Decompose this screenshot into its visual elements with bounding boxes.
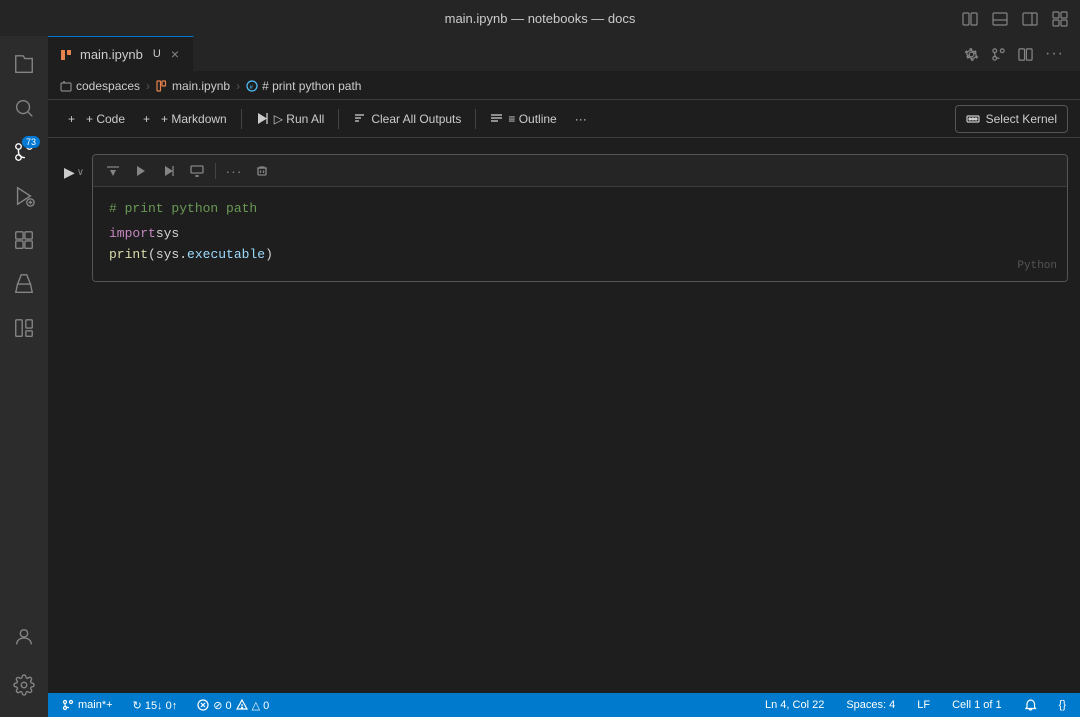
main-layout: 73 bbox=[0, 36, 1080, 717]
titlebar: main.ipynb — notebooks — docs bbox=[0, 0, 1080, 36]
status-ln-col[interactable]: Ln 4, Col 22 bbox=[761, 693, 828, 717]
tab-close-button[interactable]: × bbox=[169, 44, 181, 64]
code-dot: . bbox=[179, 245, 187, 266]
side-panel-icon[interactable] bbox=[1022, 9, 1038, 26]
source-control-badge: 73 bbox=[22, 136, 40, 148]
activity-explorer[interactable] bbox=[4, 44, 44, 84]
cell-run-button[interactable]: ▶ ∨ bbox=[60, 158, 88, 186]
activity-bottom bbox=[4, 617, 44, 717]
cell-container: ··· bbox=[92, 154, 1068, 282]
breadcrumb-file[interactable]: main.ipynb bbox=[156, 79, 230, 93]
activity-source-control[interactable]: 73 bbox=[4, 132, 44, 172]
notebook-content: ▶ ∨ bbox=[48, 138, 1080, 693]
outline-button[interactable]: ≡ Outline bbox=[482, 106, 564, 132]
delete-cell-button[interactable] bbox=[250, 159, 274, 183]
breadcrumb-codespaces[interactable]: codespaces bbox=[60, 79, 140, 93]
code-line-2: import sys bbox=[109, 224, 1051, 245]
svg-text:+: + bbox=[143, 112, 150, 125]
more-toolbar-button[interactable]: ··· bbox=[567, 106, 595, 132]
activity-search[interactable] bbox=[4, 88, 44, 128]
code-line-3: print ( sys . executable ) bbox=[109, 245, 1051, 266]
code-keyword-import: import bbox=[109, 224, 156, 245]
more-actions-icon[interactable]: ··· bbox=[1041, 41, 1068, 67]
activity-settings[interactable] bbox=[4, 665, 44, 705]
add-code-button[interactable]: + + Code bbox=[60, 106, 133, 132]
run-arrow-icon: ▶ bbox=[64, 164, 75, 181]
status-eol[interactable]: LF bbox=[913, 693, 934, 717]
notebook-toolbar: + + Code + + Markdown ▷ Run All bbox=[48, 100, 1080, 138]
breadcrumb-sep-2: › bbox=[236, 79, 240, 93]
status-spaces[interactable]: Spaces: 4 bbox=[842, 693, 899, 717]
cell-toolbar-sep bbox=[215, 163, 216, 179]
cell-more-button[interactable]: ··· bbox=[222, 159, 246, 183]
tab-main-ipynb[interactable]: main.ipynb U × bbox=[48, 36, 194, 72]
code-func-print: print bbox=[109, 245, 148, 266]
clear-outputs-button[interactable]: Clear All Outputs bbox=[345, 106, 469, 132]
code-obj-sys: sys bbox=[156, 245, 179, 266]
status-errors[interactable]: ⊘ 0 △ 0 bbox=[193, 693, 273, 717]
execute-above-button[interactable] bbox=[101, 159, 125, 183]
grid-layout-icon[interactable] bbox=[1052, 9, 1068, 26]
activity-extensions[interactable] bbox=[4, 220, 44, 260]
status-sync[interactable]: ↻ 15↓ 0↑ bbox=[129, 693, 182, 717]
code-comment: # print python path bbox=[109, 199, 257, 220]
editor-area: main.ipynb U × bbox=[48, 36, 1080, 717]
status-right: Ln 4, Col 22 Spaces: 4 LF Cell 1 of 1 bbox=[761, 693, 1070, 717]
code-area[interactable]: # print python path import sys print ( s… bbox=[93, 187, 1067, 281]
breadcrumb-cell[interactable]: # # print python path bbox=[246, 79, 361, 93]
svg-text:#: # bbox=[250, 85, 254, 91]
toolbar-separator-1 bbox=[241, 109, 242, 129]
cell-expand-icon: ∨ bbox=[77, 167, 84, 178]
activity-run-debug[interactable] bbox=[4, 176, 44, 216]
code-prop-executable: executable bbox=[187, 245, 265, 266]
toolbar-separator-2 bbox=[338, 109, 339, 129]
toolbar-separator-3 bbox=[475, 109, 476, 129]
breadcrumb: codespaces › main.ipynb › # # print pyth… bbox=[48, 72, 1080, 100]
run-cell-button[interactable] bbox=[129, 159, 153, 183]
cell-row: ▶ ∨ bbox=[48, 154, 1080, 282]
tab-bar: main.ipynb U × bbox=[48, 36, 1080, 72]
settings-icon[interactable] bbox=[960, 41, 983, 66]
activity-jupyter[interactable] bbox=[4, 308, 44, 348]
titlebar-controls bbox=[962, 9, 1068, 26]
status-notifications-icon[interactable] bbox=[1020, 693, 1041, 717]
notebook-dot-icon bbox=[60, 47, 72, 62]
tab-actions: ··· bbox=[960, 41, 1080, 67]
panel-layout-icon[interactable] bbox=[992, 9, 1008, 26]
code-module-sys: sys bbox=[156, 224, 179, 245]
add-cell-below-button[interactable] bbox=[185, 159, 209, 183]
breadcrumb-sep-1: › bbox=[146, 79, 150, 93]
status-branch[interactable]: main*+ bbox=[58, 693, 117, 717]
split-editor-icon[interactable] bbox=[1014, 41, 1037, 66]
run-all-button[interactable]: ▷ Run All bbox=[248, 106, 333, 132]
code-paren-open: ( bbox=[148, 245, 156, 266]
activity-bar: 73 bbox=[0, 36, 48, 717]
run-and-advance-button[interactable] bbox=[157, 159, 181, 183]
code-line-1: # print python path bbox=[109, 199, 1051, 220]
code-paren-close: ) bbox=[265, 245, 273, 266]
titlebar-title: main.ipynb — notebooks — docs bbox=[445, 11, 636, 26]
add-markdown-button[interactable]: + + Markdown bbox=[135, 106, 235, 132]
split-layout-icon[interactable] bbox=[962, 9, 978, 26]
status-left: main*+ ↻ 15↓ 0↑ ⊘ 0 bbox=[58, 693, 273, 717]
source-control-icon[interactable] bbox=[987, 41, 1010, 66]
status-bar: main*+ ↻ 15↓ 0↑ ⊘ 0 bbox=[48, 693, 1080, 717]
cell-toolbar: ··· bbox=[93, 155, 1067, 187]
svg-text:+: + bbox=[68, 112, 75, 125]
activity-testing[interactable] bbox=[4, 264, 44, 304]
cell-language-label: Python bbox=[1017, 258, 1057, 276]
tab-label: main.ipynb bbox=[80, 47, 143, 62]
activity-profile[interactable] bbox=[4, 617, 44, 657]
status-cell-info[interactable]: Cell 1 of 1 bbox=[948, 693, 1006, 717]
select-kernel-button[interactable]: Select Kernel bbox=[955, 105, 1068, 133]
tab-modified-indicator: U bbox=[153, 48, 161, 60]
status-json-icon[interactable]: {} bbox=[1055, 693, 1070, 717]
